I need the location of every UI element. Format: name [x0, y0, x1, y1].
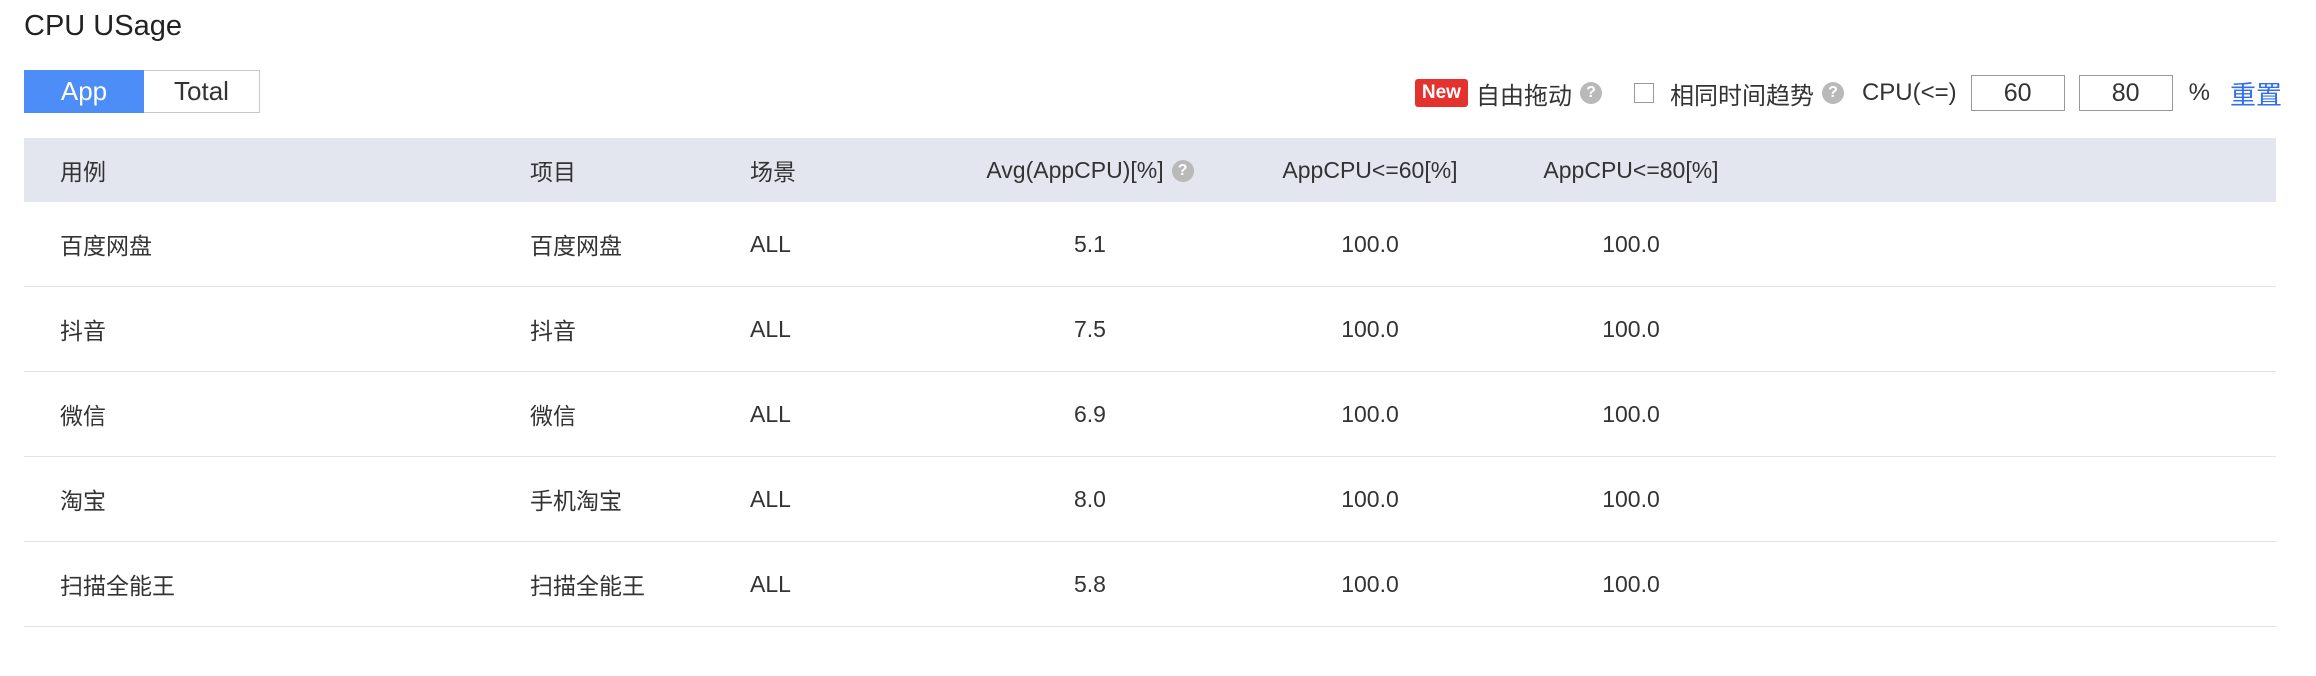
cell-avg: 7.5 [940, 286, 1240, 372]
reset-link[interactable]: 重置 [2230, 75, 2282, 112]
col-header-le60: AppCPU<=60[%] [1240, 138, 1500, 202]
same-trend-checkbox[interactable] [1633, 83, 1654, 103]
table-header-row: 用例 项目 场景 Avg(AppCPU)[%]? AppCPU<=60[%] A… [24, 138, 2276, 202]
help-icon[interactable]: ? [1821, 82, 1844, 104]
cell-scene: ALL [750, 456, 940, 542]
cell-project: 抖音 [530, 286, 750, 372]
help-icon[interactable]: ? [1579, 82, 1602, 104]
cell-spacer [1762, 456, 2276, 542]
cell-case: 淘宝 [24, 456, 530, 542]
same-trend-label[interactable]: 相同时间趋势 [1670, 76, 1814, 111]
cell-project: 微信 [530, 371, 750, 457]
page-title: CPU USage [24, 10, 182, 42]
cell-avg: 5.1 [940, 202, 1240, 287]
cell-scene: ALL [750, 286, 940, 372]
cell-le60: 100.0 [1240, 286, 1500, 372]
cell-le80: 100.0 [1500, 456, 1762, 542]
table-row: 扫描全能王 扫描全能王 ALL 5.8 100.0 100.0 [24, 541, 2276, 627]
col-header-case: 用例 [24, 138, 530, 202]
cell-spacer [1762, 541, 2276, 627]
col-header-spacer [1762, 138, 2276, 202]
cell-spacer [1762, 202, 2276, 287]
cell-le80: 100.0 [1500, 202, 1762, 287]
free-drag-toggle[interactable]: 自由拖动 [1476, 76, 1572, 111]
cell-case: 扫描全能王 [24, 541, 530, 627]
col-header-project: 项目 [530, 138, 750, 202]
threshold-input-1[interactable] [1970, 75, 2065, 111]
cell-le60: 100.0 [1240, 541, 1500, 627]
col-header-scene: 场景 [750, 138, 940, 202]
cell-le60: 100.0 [1240, 456, 1500, 542]
cell-scene: ALL [750, 202, 940, 287]
cell-spacer [1762, 286, 2276, 372]
cell-le80: 100.0 [1500, 371, 1762, 457]
cell-avg: 5.8 [940, 541, 1240, 627]
cell-le80: 100.0 [1500, 541, 1762, 627]
cell-avg: 8.0 [940, 456, 1240, 542]
cell-avg: 6.9 [940, 371, 1240, 457]
tab-total[interactable]: Total [144, 70, 260, 113]
new-badge: New [1414, 79, 1468, 107]
percent-unit: % [2188, 79, 2210, 106]
cell-project: 百度网盘 [530, 202, 750, 287]
cell-spacer [1762, 371, 2276, 457]
cell-le60: 100.0 [1240, 202, 1500, 287]
col-header-avg: Avg(AppCPU)[%]? [940, 138, 1240, 202]
cell-project: 扫描全能王 [530, 541, 750, 627]
help-icon[interactable]: ? [1171, 160, 1194, 183]
table-row: 微信 微信 ALL 6.9 100.0 100.0 [24, 371, 2276, 457]
toolbar: New 自由拖动 ? 相同时间趋势 ? CPU(<=) % 重置 [1414, 72, 2282, 114]
cpu-threshold-label: CPU(<=) [1861, 79, 1957, 106]
table-row: 淘宝 手机淘宝 ALL 8.0 100.0 100.0 [24, 456, 2276, 542]
cell-case: 抖音 [24, 286, 530, 372]
table-row: 抖音 抖音 ALL 7.5 100.0 100.0 [24, 286, 2276, 372]
cell-case: 百度网盘 [24, 202, 530, 287]
cell-scene: ALL [750, 371, 940, 457]
col-header-le80: AppCPU<=80[%] [1500, 138, 1762, 202]
col-header-avg-label: Avg(AppCPU)[%] [986, 156, 1164, 183]
cell-scene: ALL [750, 541, 940, 627]
threshold-input-2[interactable] [2078, 75, 2173, 111]
cpu-usage-table: 用例 项目 场景 Avg(AppCPU)[%]? AppCPU<=60[%] A… [24, 138, 2276, 627]
cell-case: 微信 [24, 371, 530, 457]
cell-le80: 100.0 [1500, 286, 1762, 372]
table-row: 百度网盘 百度网盘 ALL 5.1 100.0 100.0 [24, 202, 2276, 287]
view-toggle: App Total [24, 70, 260, 113]
cell-le60: 100.0 [1240, 371, 1500, 457]
cell-project: 手机淘宝 [530, 456, 750, 542]
tab-app[interactable]: App [24, 70, 144, 113]
